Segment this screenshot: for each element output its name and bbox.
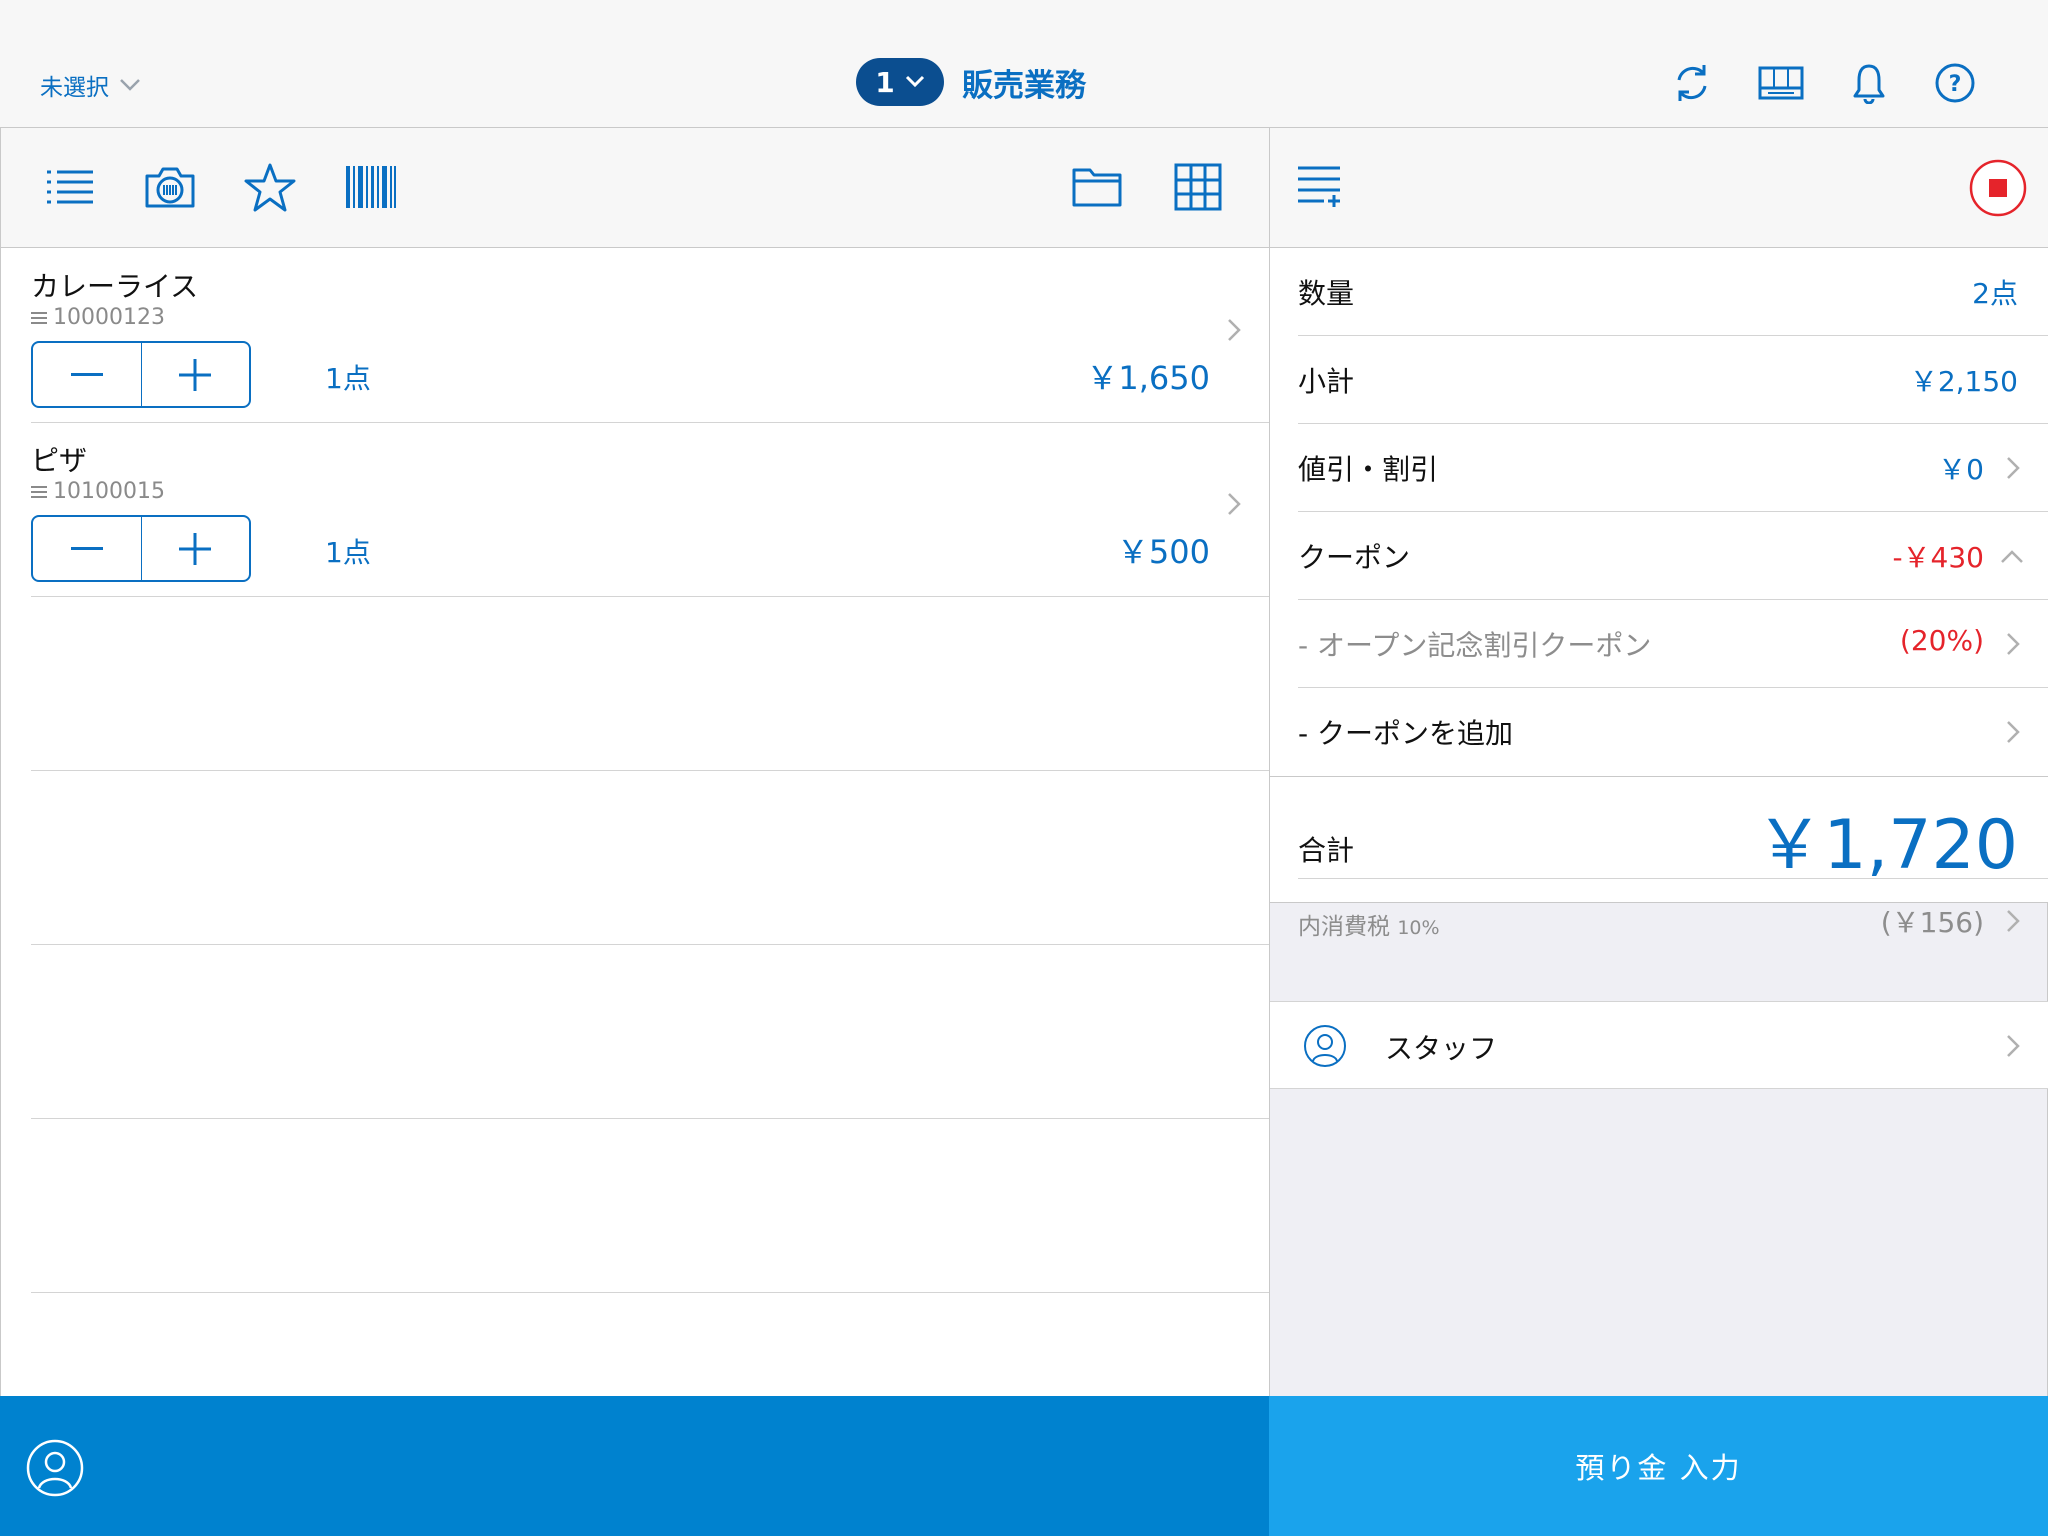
- quantity-stepper: [31, 515, 251, 582]
- refresh-icon[interactable]: [1672, 62, 1712, 104]
- customer-bar: [0, 1396, 1269, 1536]
- stop-record-icon[interactable]: [1969, 159, 2027, 217]
- camera-scan-icon[interactable]: [143, 162, 197, 212]
- tax-label: 内消費税 10%: [1298, 907, 1440, 941]
- store-selector[interactable]: 未選択: [40, 68, 141, 102]
- item-quantity: 1点: [325, 536, 371, 569]
- empty-row: [31, 771, 1270, 945]
- discount-value: ￥0: [1938, 453, 1984, 486]
- chevron-right-icon: [2007, 910, 2020, 932]
- svg-text:?: ?: [1949, 72, 1962, 97]
- coupon-item-value: (20%): [1899, 624, 1984, 657]
- summary-row-quantity: 数量 2点: [1298, 248, 2048, 336]
- barcode-icon[interactable]: [345, 162, 397, 212]
- summary-row-coupon-item[interactable]: - オープン記念割引クーポン (20%): [1298, 600, 2048, 688]
- item-quantity: 1点: [325, 362, 371, 395]
- empty-row: [31, 1119, 1270, 1293]
- summary-row-coupon[interactable]: クーポン -￥430: [1298, 512, 2048, 600]
- register-number: 1: [875, 65, 895, 99]
- register-switcher[interactable]: 1 販売業務: [856, 58, 1086, 106]
- summary-panel: 数量 2点 小計 ￥2,150 値引・割引 ￥0 クーポン -￥430 - オー…: [1269, 128, 2048, 1396]
- coupon-item-label: - オープン記念割引クーポン: [1298, 629, 1652, 662]
- cart-item[interactable]: ピザ 10100015 1点 ￥500: [31, 423, 1270, 597]
- register-number-pill[interactable]: 1: [856, 58, 944, 106]
- item-name: ピザ: [31, 444, 88, 477]
- summary-row-add-coupon[interactable]: - クーポンを追加: [1298, 688, 2048, 776]
- plus-icon: [179, 358, 212, 391]
- item-code-text: 10100015: [53, 479, 165, 504]
- item-code-text: 10000123: [53, 305, 165, 330]
- decrement-button[interactable]: [33, 343, 141, 406]
- item-price: ￥1,650: [1086, 359, 1210, 397]
- menu-lines-icon: [31, 485, 47, 498]
- product-toolbar: [1, 128, 1270, 248]
- item-price: ￥500: [1116, 533, 1210, 571]
- add-coupon-label: - クーポンを追加: [1298, 717, 1514, 750]
- star-icon[interactable]: [243, 162, 297, 214]
- list-icon[interactable]: [45, 162, 95, 212]
- summary-toolbar: [1270, 128, 2048, 248]
- folder-icon[interactable]: [1071, 162, 1123, 212]
- summary-row-total: 合計 ￥1,720: [1298, 777, 2048, 885]
- customer-avatar-icon[interactable]: [26, 1439, 84, 1497]
- mode-title: 販売業務: [962, 67, 1086, 104]
- cart-panel: カレーライス 10000123 1点 ￥1,650 ピザ 10100015 1点…: [0, 128, 1270, 1396]
- summary-row-tax[interactable]: 内消費税 10% (￥156): [1298, 879, 2048, 959]
- item-name: カレーライス: [31, 270, 199, 303]
- chevron-right-icon: [2007, 457, 2020, 479]
- bell-icon[interactable]: [1852, 62, 1886, 104]
- chevron-up-icon: [2001, 550, 2023, 563]
- order-summary: 数量 2点 小計 ￥2,150 値引・割引 ￥0 クーポン -￥430 - オー…: [1270, 248, 2048, 940]
- chevron-right-icon: [2007, 633, 2020, 655]
- deposit-label: 預り金 入力: [1575, 1451, 1742, 1485]
- coupon-label: クーポン: [1298, 541, 1411, 574]
- help-icon[interactable]: ?: [1934, 62, 1976, 104]
- quantity-stepper: [31, 341, 251, 408]
- decrement-button[interactable]: [33, 517, 141, 580]
- minus-icon: [70, 546, 103, 550]
- increment-button[interactable]: [140, 343, 249, 406]
- subtotal-label: 小計: [1298, 365, 1355, 398]
- app-header: 未選択 1 販売業務 ?: [0, 0, 2048, 128]
- staff-avatar-icon: [1304, 1025, 1346, 1067]
- total-label: 合計: [1298, 834, 1355, 867]
- chevron-down-icon: [905, 75, 924, 88]
- quantity-value: 2点: [1972, 277, 2018, 310]
- coupon-value: -￥430: [1892, 541, 1984, 574]
- plus-icon: [179, 532, 212, 565]
- item-code: 10100015: [31, 479, 165, 504]
- chevron-down-icon: [120, 79, 140, 91]
- chevron-right-icon: [1228, 319, 1241, 341]
- add-line-menu-icon[interactable]: [1296, 162, 1344, 210]
- chevron-right-icon: [1228, 493, 1241, 515]
- total-value: ￥1,720: [1755, 806, 2018, 885]
- staff-row[interactable]: スタッフ: [1270, 1001, 2048, 1089]
- store-label: 未選択: [40, 75, 109, 101]
- tax-rate: 10%: [1397, 917, 1440, 939]
- discount-label: 値引・割引: [1298, 453, 1439, 486]
- cart-item[interactable]: カレーライス 10000123 1点 ￥1,650: [31, 249, 1270, 423]
- empty-row: [31, 945, 1270, 1119]
- tax-label-text: 内消費税: [1298, 914, 1390, 940]
- chevron-right-icon: [2007, 721, 2020, 743]
- item-code: 10000123: [31, 305, 165, 330]
- tax-value: (￥156): [1880, 906, 1984, 939]
- chevron-right-icon: [2007, 1035, 2020, 1057]
- summary-row-subtotal: 小計 ￥2,150: [1298, 336, 2048, 424]
- menu-lines-icon: [31, 311, 47, 324]
- deposit-input-button[interactable]: 預り金 入力: [1269, 1396, 2048, 1536]
- cash-drawer-icon[interactable]: [1758, 62, 1804, 102]
- subtotal-value: ￥2,150: [1909, 365, 2018, 398]
- minus-icon: [70, 372, 103, 376]
- increment-button[interactable]: [140, 517, 249, 580]
- quantity-label: 数量: [1298, 277, 1355, 310]
- summary-row-discount[interactable]: 値引・割引 ￥0: [1298, 424, 2048, 512]
- empty-row: [31, 597, 1270, 771]
- staff-label: スタッフ: [1385, 1032, 1498, 1065]
- grid-icon[interactable]: [1173, 162, 1223, 212]
